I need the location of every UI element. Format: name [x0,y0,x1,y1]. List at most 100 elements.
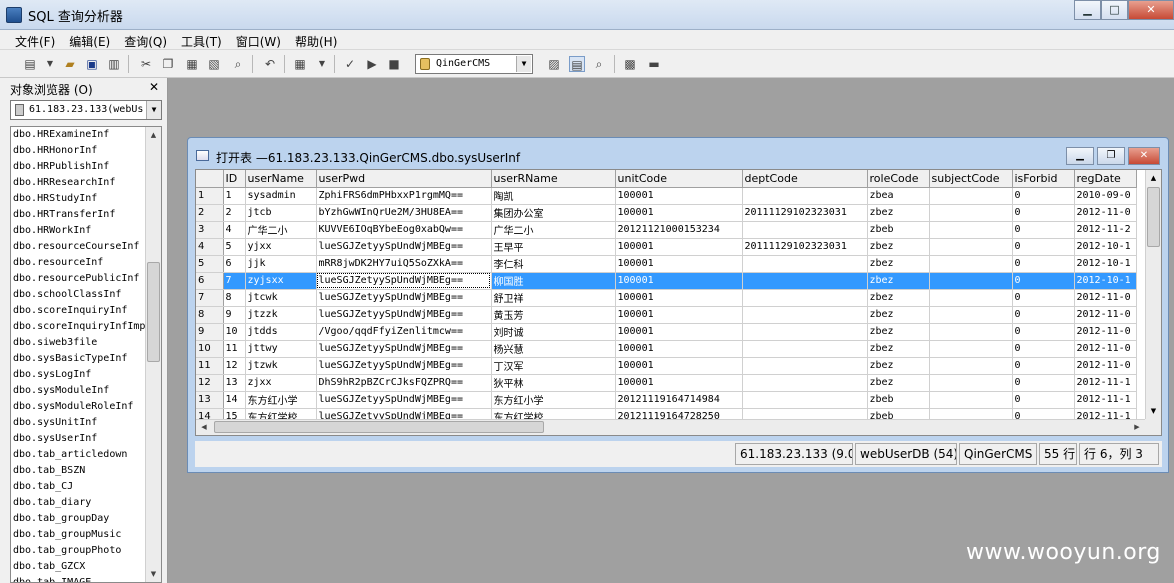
row-header[interactable]: 3 [196,221,224,239]
row-header[interactable]: 10 [196,340,224,358]
table-cell[interactable]: 8 [223,289,246,307]
scroll-left-icon[interactable]: ◀ [196,420,212,435]
display-plan-icon[interactable]: ▨ [546,56,562,72]
table-row[interactable]: 9 10 jtdds/Vgoo/qqdFfyiZenlitmcw== 刘时诚 10000… [196,323,1137,341]
table-cell[interactable]: ZphiFRS6dmPHbxxP1rgmMQ== [316,187,492,205]
row-header[interactable]: 2 [196,204,224,222]
table-cell[interactable]: 0 [1012,306,1075,324]
tree-node[interactable]: dbo.tab_IMAGE [11,575,145,582]
parse-check-icon[interactable]: ✓ [342,56,358,72]
scroll-up-icon[interactable]: ▲ [146,127,161,143]
tree-node[interactable]: dbo.sysModuleInf [11,383,145,399]
table-cell[interactable]: 13 [223,374,246,392]
table-cell[interactable]: 100001 [615,187,743,205]
chevron-down-icon[interactable]: ▼ [516,56,531,72]
row-header[interactable]: 5 [196,255,224,273]
table-cell[interactable]: 2012-11-0 [1074,323,1137,341]
table-cell[interactable]: /Vgoo/qqdFfyiZenlitmcw== [316,323,492,341]
tree-node[interactable]: dbo.sysBasicTypeInf [11,351,145,367]
table-cell[interactable] [929,187,1013,205]
tree-node[interactable]: dbo.resourceCourseInf [11,239,145,255]
object-tree-scrollbar[interactable]: ▲ ▼ [145,127,161,582]
row-header[interactable]: 8 [196,306,224,324]
table-cell[interactable] [929,238,1013,256]
table-cell[interactable] [742,374,868,392]
column-header[interactable]: roleCode [867,170,930,188]
table-cell[interactable]: yjxx [245,238,317,256]
table-cell[interactable]: 100001 [615,357,743,375]
table-cell[interactable] [742,255,868,273]
table-cell[interactable]: 100001 [615,374,743,392]
table-cell[interactable]: 1 [223,187,246,205]
menu-file[interactable]: 文件(F) [8,30,62,49]
table-cell[interactable]: 20121119164714984 [615,391,743,409]
table-cell[interactable]: zyjsxx [245,272,317,290]
column-header[interactable]: regDate [1074,170,1137,188]
child-restore-button[interactable]: ❐ [1097,147,1125,165]
table-cell[interactable] [742,340,868,358]
table-cell[interactable] [929,289,1013,307]
table-cell[interactable]: lueSGJZetyySpUndWjMBEg== [316,391,492,409]
table-cell[interactable]: 0 [1012,323,1075,341]
table-cell[interactable]: jtzwk [245,357,317,375]
table-cell[interactable]: 2012-10-1 [1074,238,1137,256]
tree-node[interactable]: dbo.scoreInquiryInf [11,303,145,319]
table-cell[interactable]: lueSGJZetyySpUndWjMBEg== [316,289,492,307]
menu-query[interactable]: 查询(Q) [117,30,174,49]
table-row[interactable]: 12 13 zjxx DhS9hR2pBZCrCJksFQZPRQ== 狄平林 10000… [196,374,1137,392]
table-cell[interactable]: jtcb [245,204,317,222]
menu-edit[interactable]: 编辑(E) [62,30,117,49]
table-row[interactable]: 4 5 yjxx lueSGJZetyySpUndWjMBEg== 王早平 100001 2… [196,238,1137,256]
maximize-button[interactable]: □ [1101,0,1128,20]
table-cell[interactable]: 2012-11-0 [1074,204,1137,222]
results-dropdown-icon[interactable]: ▼ [314,56,330,72]
tree-node[interactable]: dbo.HRExamineInf [11,127,145,143]
table-cell[interactable]: 陶凯 [491,187,616,205]
table-cell[interactable]: 0 [1012,272,1075,290]
row-header-corner[interactable] [196,170,224,188]
tree-node[interactable]: dbo.HRStudyInf [11,191,145,207]
grid-horizontal-scrollbar[interactable]: ◀ ▶ [196,419,1145,435]
table-cell[interactable]: 2012-11-0 [1074,340,1137,358]
tree-node[interactable]: dbo.scoreInquiryInfImp [11,319,145,335]
column-header[interactable]: ID [223,170,246,188]
tree-node[interactable]: dbo.tab_diary [11,495,145,511]
table-cell[interactable]: zbez [867,323,930,341]
table-cell[interactable]: 0 [1012,187,1075,205]
table-cell[interactable]: zbez [867,255,930,273]
row-header[interactable]: 1 [196,187,224,205]
table-cell[interactable]: 100001 [615,306,743,324]
tree-node[interactable]: dbo.sysUserInf [11,431,145,447]
table-cell[interactable] [929,221,1013,239]
chevron-down-icon[interactable]: ▼ [146,101,161,119]
table-cell[interactable]: 100001 [615,255,743,273]
scroll-thumb[interactable] [214,421,544,433]
table-row[interactable]: 7 8 jtcwk lueSGJZetyySpUndWjMBEg== 舒卫祥 100001… [196,289,1137,307]
table-cell[interactable]: 0 [1012,238,1075,256]
table-row[interactable]: 11 12 jtzwk lueSGJZetyySpUndWjMBEg== 丁汉军 1000… [196,357,1137,375]
table-cell[interactable] [929,391,1013,409]
undo-icon[interactable]: ↶ [262,56,278,72]
table-cell[interactable]: jttwy [245,340,317,358]
table-cell[interactable] [929,306,1013,324]
table-row[interactable]: 10 11 jttwy lueSGJZetyySpUndWjMBEg== 杨兴慧 1000… [196,340,1137,358]
table-cell[interactable]: zbez [867,357,930,375]
table-cell[interactable] [742,187,868,205]
table-cell[interactable]: 杨兴慧 [491,340,616,358]
table-cell[interactable]: 黄玉芳 [491,306,616,324]
table-row[interactable]: 3 4 广华二小 KUVVE6IOqBYbeEog0xabQw== 广华二小 201211… [196,221,1137,239]
table-cell[interactable]: 2012-11-0 [1074,357,1137,375]
insert-template-icon[interactable]: ▥ [106,56,122,72]
tree-node[interactable]: dbo.HRWorkInf [11,223,145,239]
tree-node[interactable]: dbo.HRResearchInf [11,175,145,191]
scroll-down-icon[interactable]: ▼ [146,566,161,582]
table-cell[interactable]: jtcwk [245,289,317,307]
tree-node[interactable]: dbo.tab_BSZN [11,463,145,479]
tree-node[interactable]: dbo.sysUnitInf [11,415,145,431]
table-cell[interactable]: 李仁科 [491,255,616,273]
table-cell[interactable] [742,306,868,324]
table-cell[interactable]: 6 [223,255,246,273]
menu-window[interactable]: 窗口(W) [229,30,288,49]
row-header[interactable]: 11 [196,357,224,375]
table-cell[interactable]: lueSGJZetyySpUndWjMBEg== [316,238,492,256]
